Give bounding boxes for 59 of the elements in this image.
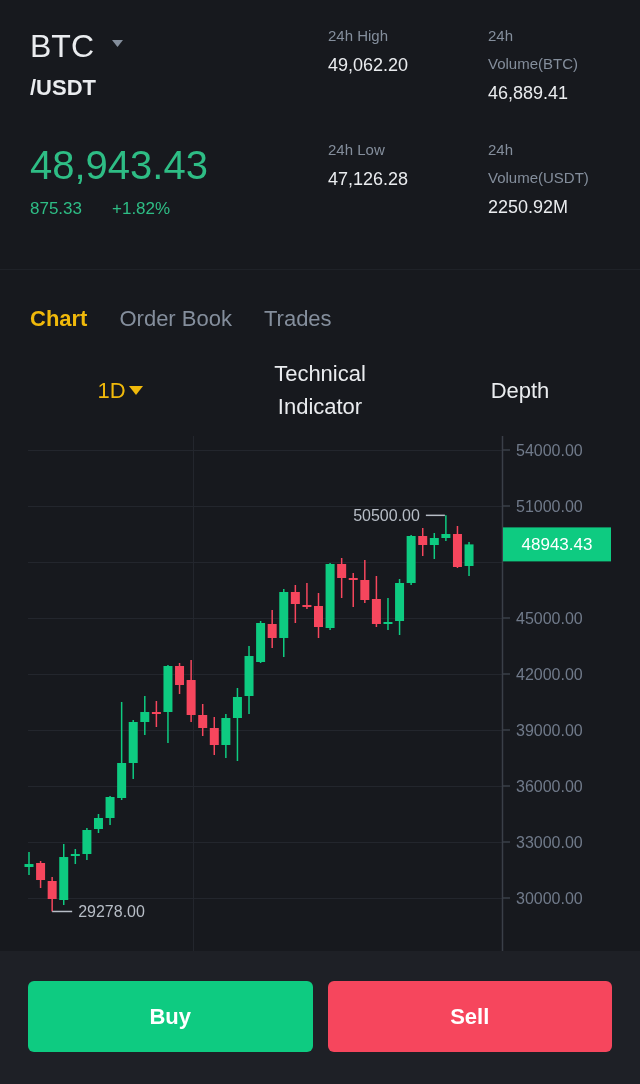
- candle: [36, 860, 46, 889]
- low-price-label: 29278.00: [78, 903, 145, 920]
- axis-label: 42000.00: [516, 665, 583, 683]
- stat-label: 24h Volume(USDT): [488, 140, 590, 188]
- axis-label: 36000.00: [516, 777, 583, 795]
- candle: [418, 527, 428, 557]
- axis-label: 39000.00: [516, 721, 583, 739]
- last-price: 48,943.43: [30, 142, 208, 189]
- candle: [464, 541, 474, 577]
- interval-dropdown[interactable]: 1D: [97, 373, 143, 407]
- quote-currency: /USDT: [30, 74, 96, 102]
- stat-label: 24h Low: [328, 140, 385, 160]
- candle: [82, 827, 92, 861]
- stat-value: 49,062.20: [328, 54, 409, 77]
- tab[interactable]: Chart: [30, 304, 88, 334]
- pair-selector[interactable]: BTC: [30, 22, 123, 70]
- stat-value: 47,126.28: [328, 168, 409, 191]
- stat-value: 2250.92M: [488, 196, 569, 219]
- candle: [24, 851, 34, 876]
- stat-label: 24h Volume(BTC): [488, 26, 580, 74]
- candle: [198, 703, 208, 737]
- axis-label: 30000.00: [516, 889, 583, 907]
- candle: [244, 645, 254, 715]
- candle: [383, 597, 393, 631]
- candle: [360, 559, 370, 604]
- high-price-label: 50500.00: [353, 506, 420, 524]
- candle: [267, 609, 277, 649]
- stat-value: 46,889.41: [488, 82, 569, 105]
- candle: [395, 578, 405, 636]
- candle: [325, 562, 335, 631]
- candle: [94, 813, 103, 834]
- current-price-tag: 48943.43: [503, 527, 611, 562]
- sell-button[interactable]: Sell: [327, 981, 612, 1052]
- candle: [302, 582, 312, 610]
- candle: [406, 534, 416, 586]
- price-change: 875.33: [30, 198, 82, 220]
- axis-label: 45000.00: [516, 609, 583, 627]
- axis-label: 54000.00: [516, 441, 583, 459]
- caret-icon: [128, 385, 143, 395]
- candle: [47, 876, 57, 913]
- candle: [429, 532, 439, 560]
- leader-line: [51, 910, 73, 913]
- candle: [371, 575, 381, 628]
- axis-label: 51000.00: [516, 497, 583, 515]
- price-change-percent: +1.82%: [112, 198, 171, 220]
- candle: [348, 572, 358, 608]
- candle: [337, 557, 347, 599]
- axis-label: 33000.00: [516, 833, 583, 851]
- toolbar-button[interactable]: Depth: [490, 373, 550, 407]
- tab[interactable]: Trades: [263, 304, 332, 334]
- candle: [256, 620, 266, 664]
- toolbar-button[interactable]: Technical Indicator: [274, 357, 366, 423]
- candle: [105, 795, 115, 826]
- leader-line: [425, 514, 446, 517]
- candle: [314, 592, 323, 639]
- stat-label: 24h High: [328, 26, 389, 46]
- tab[interactable]: Order Book: [119, 304, 232, 334]
- caret-icon: [112, 39, 123, 47]
- candle: [209, 716, 219, 756]
